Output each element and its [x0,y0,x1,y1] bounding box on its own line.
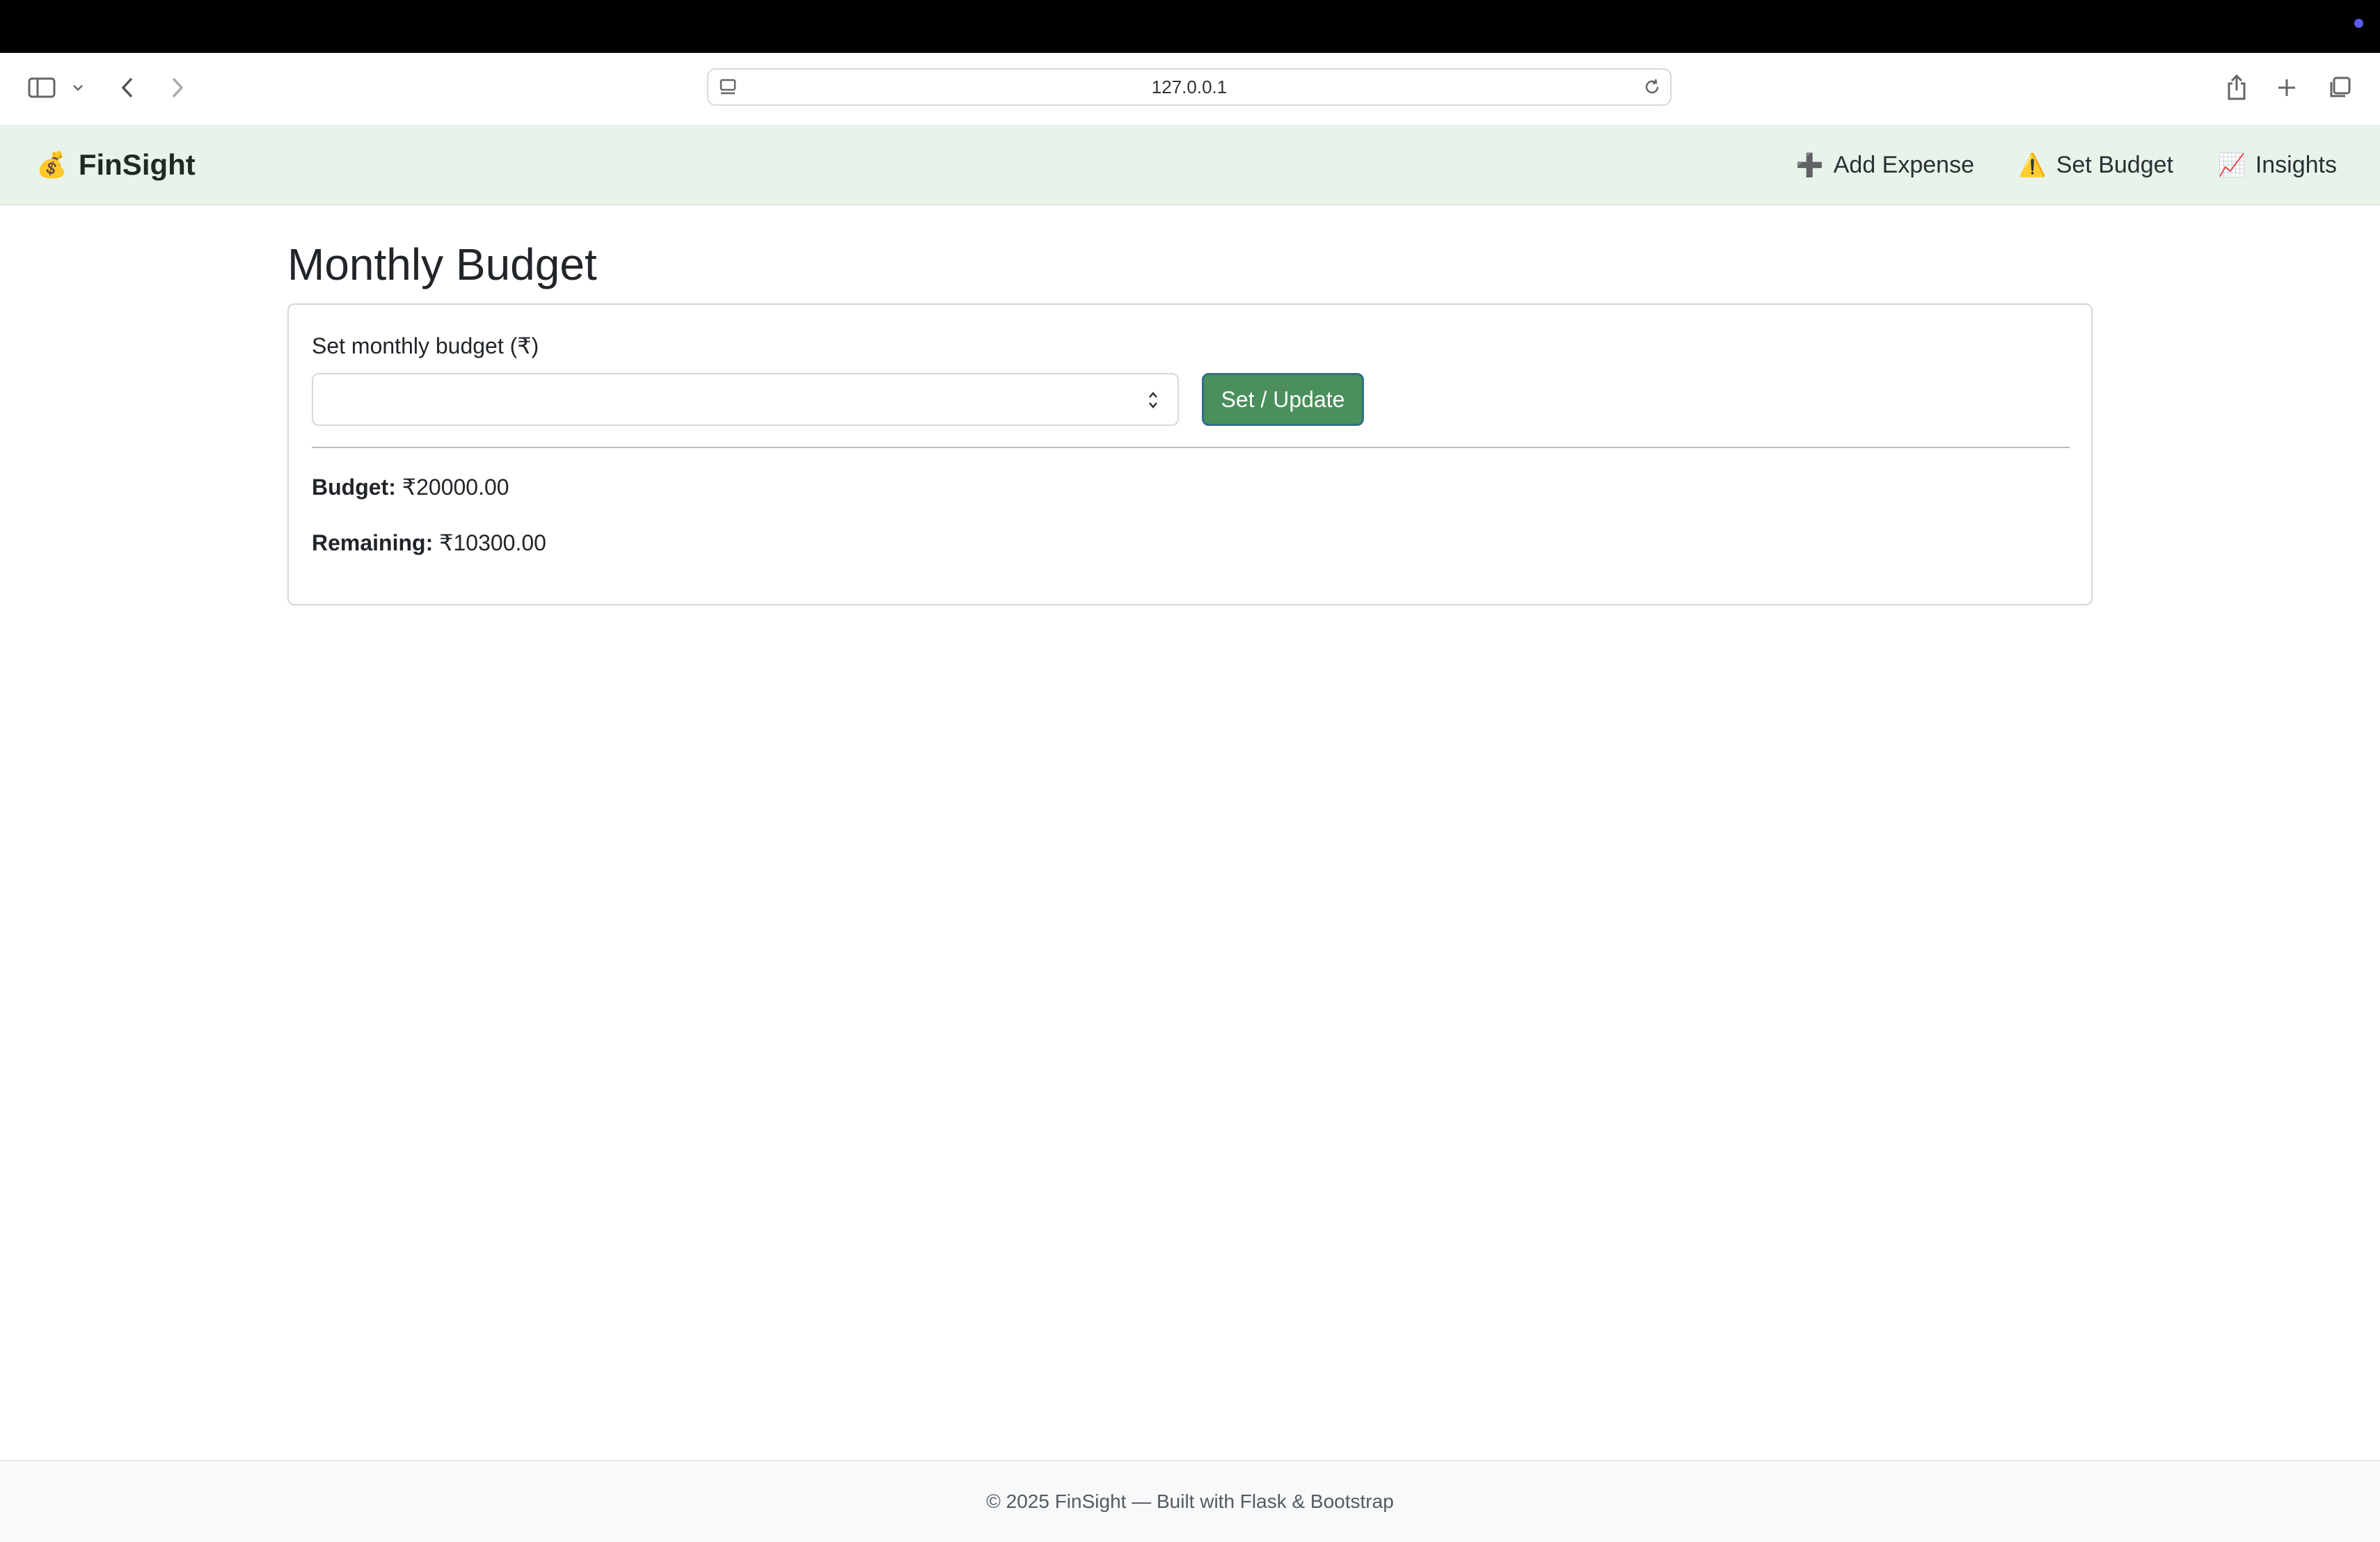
forward-icon[interactable] [167,74,188,102]
brand-name: FinSight [78,148,196,181]
page-title: Monthly Budget [287,239,597,289]
nav-insights[interactable]: 📈 Insights [2218,152,2337,179]
plus-icon: ➕ [1795,152,1824,177]
remaining-stat: Remaining: ₹10300.00 [312,530,546,556]
address-bar[interactable]: 127.0.0.1 [707,68,1672,106]
divider [312,447,2070,448]
status-indicator-dot [2354,19,2363,28]
budget-label: Budget: [312,475,396,500]
tab-overview-icon[interactable] [2326,74,2354,102]
budget-value: ₹20000.00 [402,475,509,500]
number-stepper-icon[interactable] [1147,388,1159,412]
browser-toolbar: 127.0.0.1 [0,53,2380,127]
footer-text: © 2025 FinSight — Built with Flask & Boo… [986,1491,1394,1512]
share-icon[interactable] [2224,72,2249,103]
chevron-down-icon[interactable] [71,79,85,96]
sidebar-toggle-icon[interactable] [26,74,57,102]
nav-insights-label: Insights [2255,151,2337,178]
back-icon[interactable] [117,74,138,102]
remaining-label: Remaining: [312,530,434,555]
budget-stat: Budget: ₹20000.00 [312,474,509,500]
nav-add-expense[interactable]: ➕ Add Expense [1796,152,1974,179]
url-text: 127.0.0.1 [1151,77,1228,97]
money-bag-icon: 💰 [36,150,68,179]
nav-add-expense-label: Add Expense [1833,151,1974,178]
system-menu-bar [0,0,2380,53]
budget-input-label: Set monthly budget (₹) [312,333,539,358]
nav-set-budget[interactable]: ⚠️ Set Budget [2019,152,2173,179]
brand[interactable]: 💰 FinSight [36,126,196,204]
reload-icon[interactable] [1642,77,1662,97]
set-update-button[interactable]: Set / Update [1202,373,1364,426]
main-content: Monthly Budget Set monthly budget (₹) Se… [287,230,2093,605]
chart-up-icon: 📈 [2217,152,2246,177]
app-navbar: 💰 FinSight ➕ Add Expense ⚠️ Set Budget 📈… [0,126,2380,205]
new-tab-icon[interactable] [2274,74,2299,102]
warning-icon: ⚠️ [2018,152,2047,177]
remaining-value: ₹10300.00 [439,530,546,555]
budget-input[interactable] [312,373,1179,426]
budget-card: Set monthly budget (₹) Set / Update Budg… [287,303,2093,605]
footer: © 2025 FinSight — Built with Flask & Boo… [0,1460,2380,1542]
nav-set-budget-label: Set Budget [2056,151,2173,178]
nav-links: ➕ Add Expense ⚠️ Set Budget 📈 Insights [1796,126,2337,204]
